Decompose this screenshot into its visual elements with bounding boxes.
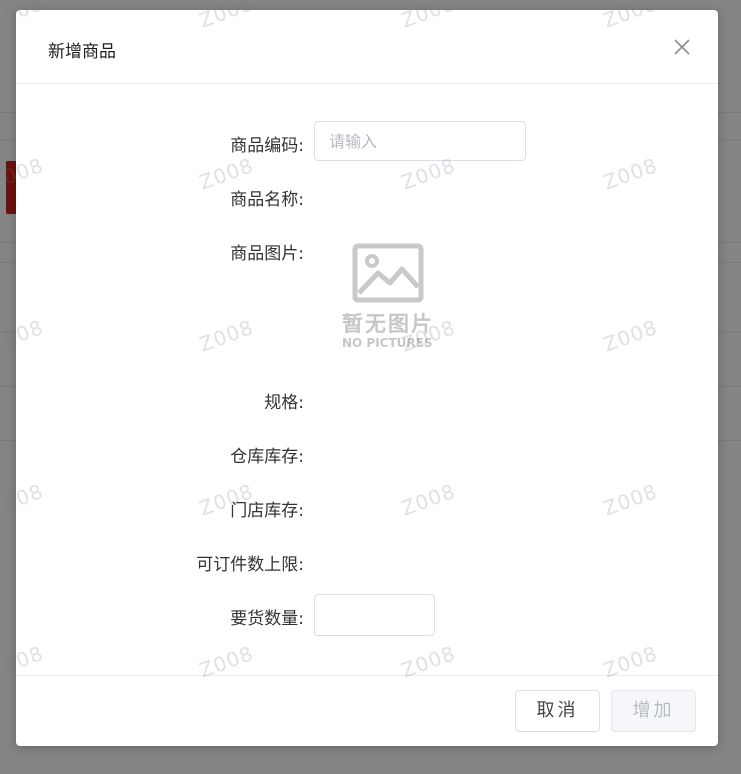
form-row-request-qty: 要货数量: [16,594,718,636]
product-code-label: 商品编码: [230,136,304,156]
form-row-spec: 规格: [16,378,718,420]
request-qty-input[interactable] [314,594,435,636]
product-image-placeholder: 暂无图片 NO PICTURES [334,243,442,355]
dialog-header: 新增商品 [16,10,718,84]
no-picture-text-en: NO PICTURES [342,336,433,350]
product-image-label: 商品图片: [230,244,304,264]
image-placeholder-icon [352,243,424,303]
form-row-warehouse-stock: 仓库库存: [16,432,718,474]
no-picture-text: 暂无图片 [342,312,434,336]
cancel-button[interactable]: 取消 [515,690,600,732]
dialog-footer: 取消 增加 [16,675,718,747]
spec-label: 规格: [264,393,304,413]
form-row-product-name: 商品名称: [16,175,718,217]
close-icon [674,39,690,55]
product-name-label: 商品名称: [230,190,304,210]
form-row-product-code: 商品编码: [16,121,718,163]
dialog-title: 新增商品 [48,42,116,62]
add-product-dialog: 新增商品 商品编码: 商品名称: 商品图片: 暂无图片 NO PICTURES … [16,10,718,746]
add-button[interactable]: 增加 [611,690,696,732]
request-qty-label: 要货数量: [230,609,304,629]
form-row-order-limit: 可订件数上限: [16,540,718,582]
close-button[interactable] [672,37,692,57]
order-limit-label: 可订件数上限: [196,555,304,575]
form-row-store-stock: 门店库存: [16,486,718,528]
warehouse-stock-label: 仓库库存: [230,447,304,467]
store-stock-label: 门店库存: [230,501,304,521]
product-code-input[interactable] [314,121,526,161]
